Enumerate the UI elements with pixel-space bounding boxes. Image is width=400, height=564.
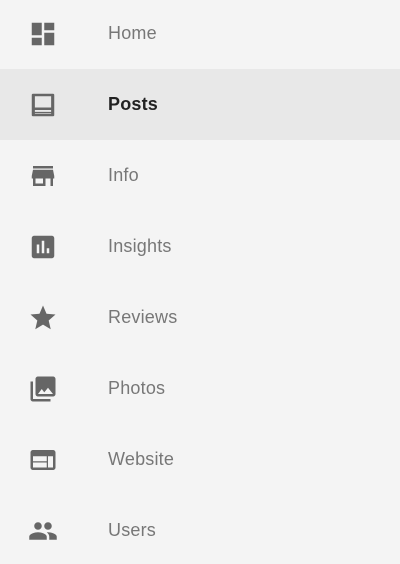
sidebar-item-label: Insights — [108, 236, 172, 256]
sidebar-item-home[interactable]: Home — [0, 0, 400, 69]
sidebar-item-label: Users — [108, 520, 157, 540]
sidebar-item-label: Posts — [108, 94, 159, 114]
insights-chart-icon — [28, 232, 58, 262]
sidebar-item-insights[interactable]: Insights — [0, 211, 400, 282]
sidebar-item-info[interactable]: Info — [0, 140, 400, 211]
sidebar-item-label: Reviews — [108, 307, 178, 327]
web-icon — [28, 445, 58, 475]
people-icon — [28, 516, 58, 546]
sidebar-item-website[interactable]: Website — [0, 424, 400, 495]
sidebar-item-posts[interactable]: Posts — [0, 69, 400, 140]
dashboard-icon — [28, 19, 58, 49]
sidebar-item-label: Info — [108, 165, 139, 185]
sidebar-item-reviews[interactable]: Reviews — [0, 282, 400, 353]
sidebar-nav: Home Posts Info Insights Reviews Photos — [0, 0, 400, 562]
sidebar-item-label: Home — [108, 23, 157, 43]
sidebar-item-label: Photos — [108, 378, 166, 398]
sidebar-item-label: Website — [108, 449, 175, 469]
sidebar-item-users[interactable]: Users — [0, 495, 400, 564]
posts-icon — [28, 90, 58, 120]
photo-library-icon — [28, 374, 58, 404]
store-icon — [28, 161, 58, 191]
star-icon — [28, 303, 58, 333]
sidebar-item-photos[interactable]: Photos — [0, 353, 400, 424]
